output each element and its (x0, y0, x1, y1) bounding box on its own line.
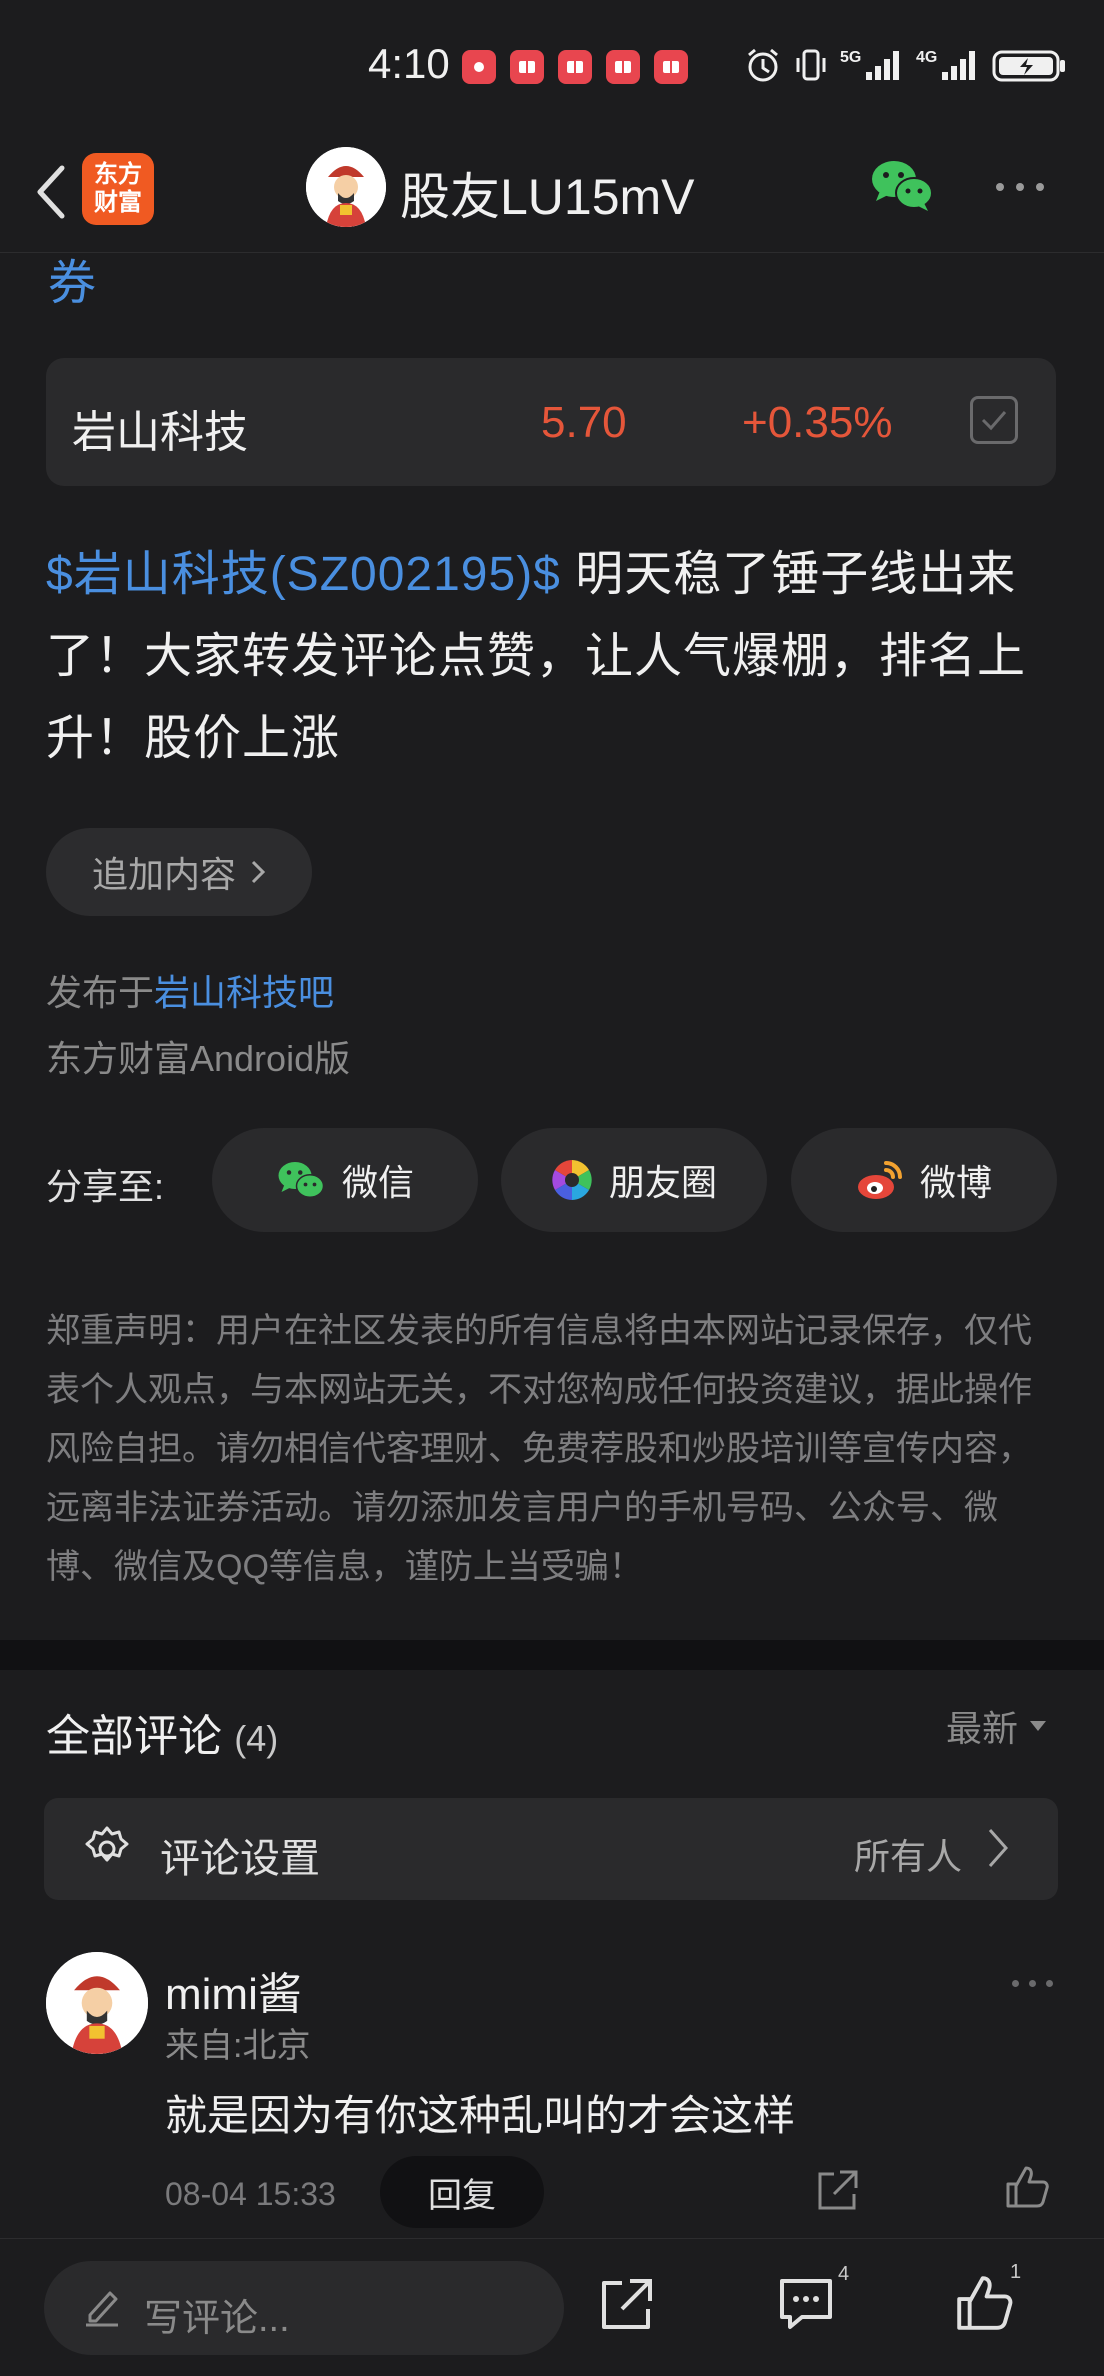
stock-name: 岩山科技 (72, 408, 248, 457)
sort-dropdown[interactable]: 最新 (946, 1700, 1048, 1752)
share-wechat-button[interactable]: 微信 (212, 1128, 478, 1232)
status-indicators: 5G 4G (744, 46, 1068, 84)
check-icon (981, 411, 1007, 431)
reply-button[interactable]: 回复 (380, 2156, 544, 2228)
app-header: 东方 财富 股友LU15mV (0, 135, 1104, 253)
wechat-icon (872, 161, 933, 211)
section-divider (0, 1640, 1104, 1670)
comment-settings-label: 评论设置 (160, 1837, 320, 1881)
gear-icon (85, 1826, 129, 1862)
watchlist-checkbox[interactable] (970, 396, 1018, 444)
more-options-button[interactable] (996, 183, 1044, 191)
share-weibo-label: 微博 (919, 1162, 992, 1203)
logo-line-1: 东方 (94, 161, 142, 188)
alarm-icon (748, 48, 778, 82)
back-button[interactable] (20, 157, 80, 227)
forward-share-icon[interactable] (596, 2275, 656, 2335)
vibrate-icon (796, 49, 826, 81)
comment-input-placeholder: 写评论... (144, 2298, 290, 2340)
client-info: 东方财富Android版 (46, 1038, 351, 1079)
stock-card[interactable]: 岩山科技 5.70 +0.35% (46, 358, 1056, 486)
svg-text:5G: 5G (840, 49, 861, 66)
book-app-icon (558, 50, 592, 84)
comment-time: 08-04 15:33 (165, 2176, 336, 2212)
write-comment-input[interactable]: 写评论... (44, 2261, 564, 2355)
like-count-badge: 1 (1010, 2261, 1022, 2283)
cropped-text: 券 (48, 257, 97, 310)
comment-settings-value: 所有人 (854, 1836, 963, 1877)
thumbs-up-icon[interactable] (1004, 2164, 1050, 2210)
chevron-right-icon (988, 1829, 1009, 1867)
share-weibo-button[interactable]: 微博 (791, 1128, 1057, 1232)
caret-down-icon (1030, 1721, 1047, 1731)
bottom-action-bar: 写评论... 4 1 (0, 2238, 1104, 2376)
comments-count: (4) (234, 1718, 279, 1759)
caishen-avatar-icon (46, 1952, 148, 2054)
comment-bubble-icon (780, 2279, 832, 2329)
comment-count-badge: 4 (838, 2263, 850, 2285)
weibo-icon (857, 1161, 902, 1199)
add-content-label: 追加内容 (91, 854, 236, 895)
share-icon[interactable] (814, 2168, 860, 2214)
add-content-button[interactable]: 追加内容 (46, 828, 312, 916)
moments-icon (552, 1160, 592, 1200)
notification-icons (462, 50, 688, 84)
stock-bar-link[interactable]: 岩山科技吧 (154, 972, 334, 1013)
logo-line-2: 财富 (94, 189, 142, 216)
pen-icon (86, 2291, 118, 2327)
like-button[interactable]: 1 (954, 2261, 1021, 2333)
thumbs-up-icon (957, 2276, 1013, 2330)
battery-icon (992, 50, 1065, 82)
published-prefix: 发布于 (46, 972, 155, 1013)
comment-settings-row[interactable]: 评论设置 所有人 (44, 1798, 1058, 1900)
share-label: 分享至: (46, 1166, 165, 1207)
published-in: 发布于岩山科技吧 (46, 964, 334, 1016)
status-bar: 4:10 5G 4G (0, 0, 1104, 135)
share-moments-label: 朋友圈 (608, 1162, 717, 1203)
huawei-app-icon (462, 50, 496, 84)
stock-price: 5.70 (541, 398, 627, 447)
comment-more-button[interactable] (1012, 1980, 1053, 1987)
commenter-name[interactable]: mimi酱 (165, 1958, 302, 2022)
caishen-avatar-icon (306, 147, 386, 227)
commenter-location: 来自:北京 (165, 2027, 311, 2065)
book-app-icon (654, 50, 688, 84)
back-arrow-icon (37, 165, 65, 219)
header-title: 股友LU15mV (400, 169, 695, 225)
stock-change: +0.35% (742, 398, 893, 447)
wechat-icon (278, 1162, 325, 1198)
signal-4g-icon: 4G (916, 49, 975, 80)
commenter-avatar[interactable] (46, 1952, 148, 2054)
chevron-right-icon (251, 860, 266, 884)
share-moments-button[interactable]: 朋友圈 (501, 1128, 767, 1232)
book-app-icon (606, 50, 640, 84)
sort-label: 最新 (946, 1708, 1019, 1749)
eastmoney-logo[interactable]: 东方 财富 (82, 153, 154, 225)
signal-5g-icon: 5G (840, 49, 899, 80)
stock-tag-link[interactable]: $岩山科技(SZ002195)$ (46, 548, 561, 601)
status-time: 4:10 (368, 40, 450, 87)
author-avatar[interactable] (306, 147, 386, 227)
wechat-share-button[interactable] (870, 157, 934, 218)
comments-header: 全部评论 (4) (46, 1700, 278, 1764)
book-app-icon (510, 50, 544, 84)
comments-title: 全部评论 (46, 1712, 222, 1761)
comments-button[interactable]: 4 (776, 2263, 849, 2333)
svg-text:4G: 4G (916, 49, 937, 66)
share-wechat-label: 微信 (341, 1162, 414, 1203)
comment-text: 就是因为有你这种乱叫的才会这样 (165, 2092, 796, 2139)
post-body: $岩山科技(SZ002195)$ 明天稳了锤子线出来了！大家转发评论点赞，让人气… (46, 534, 1058, 780)
disclaimer-text: 郑重声明：用户在社区发表的所有信息将由本网站记录保存，仅代表个人观点，与本网站无… (46, 1312, 1032, 1586)
